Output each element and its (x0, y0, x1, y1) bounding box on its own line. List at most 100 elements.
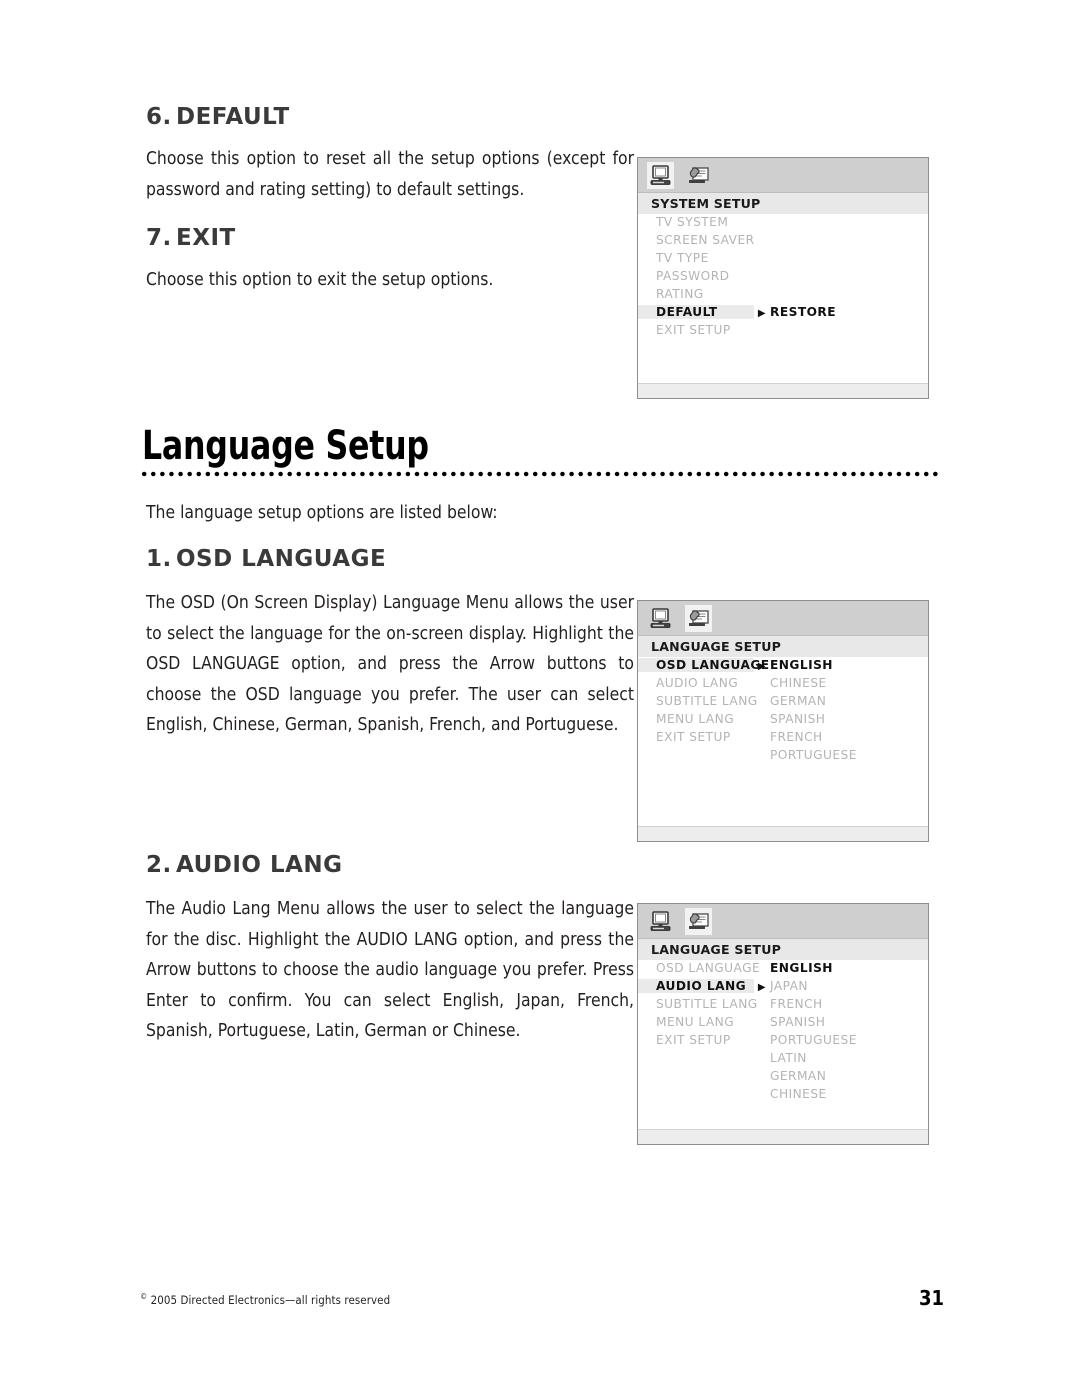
section-number: 6. (146, 104, 172, 130)
osd-row-label: OSD LANGUAGE (638, 658, 769, 672)
osd-row-value: PORTUGUESE (770, 748, 857, 762)
page-number: 31 (918, 1286, 944, 1310)
osd-status-bar (638, 383, 928, 398)
osd-row[interactable]: EXIT SETUP PORTUGUESE (638, 1033, 928, 1051)
osd-row-selected[interactable]: DEFAULT ▶ RESTORE (638, 305, 928, 323)
osd-spacer (638, 1105, 928, 1123)
section-exit-body: Choose this option to exit the setup opt… (146, 270, 494, 290)
section-osd-language-body-wrap: The OSD (On Screen Display) Language Men… (146, 588, 634, 741)
selection-arrow-icon: ▶ (757, 982, 767, 993)
osd-row-label: MENU LANG (656, 712, 735, 726)
osd-row[interactable]: SUBTITLE LANG GERMAN (638, 694, 928, 712)
osd-menu-audio-lang[interactable]: LANGUAGE SETUP OSD LANGUAGE ENGLISH AUDI… (637, 903, 929, 1145)
language-icon[interactable] (685, 604, 712, 632)
osd-row[interactable]: SCREEN SAVER (638, 233, 928, 251)
osd-row-value: PORTUGUESE (770, 1033, 857, 1047)
osd-status-bar (638, 1129, 928, 1144)
osd-spacer (638, 359, 928, 377)
osd-row[interactable]: TV SYSTEM (638, 215, 928, 233)
osd-row[interactable]: LATIN (638, 1051, 928, 1069)
osd-row[interactable]: EXIT SETUP (638, 323, 928, 341)
osd-row[interactable]: CHINESE (638, 1087, 928, 1105)
section-audio-lang-body-wrap: The Audio Lang Menu allows the user to s… (146, 894, 634, 1047)
osd-row-label: RATING (656, 287, 704, 301)
osd-status-bar (638, 826, 928, 841)
osd-row-label: PASSWORD (656, 269, 730, 283)
osd-row-label: SCREEN SAVER (656, 233, 755, 247)
section-heading-exit: 7. EXIT (146, 225, 634, 251)
section-number: 7. (146, 225, 172, 251)
osd-row[interactable]: TV TYPE (638, 251, 928, 269)
osd-row-value: GERMAN (770, 694, 827, 708)
osd-rows: TV SYSTEM SCREEN SAVER TV TYPE PASSWORD (638, 214, 928, 377)
osd-row-value: ENGLISH (770, 658, 833, 672)
copyright-text: 2005 Directed Electronics—all rights res… (147, 1292, 391, 1307)
section-heading-default: 6. DEFAULT (146, 104, 634, 130)
osd-row[interactable]: MENU LANG SPANISH (638, 712, 928, 730)
osd-row[interactable]: SUBTITLE LANG FRENCH (638, 997, 928, 1015)
osd-icon-bar (638, 158, 928, 193)
section-audio-lang-body: The Audio Lang Menu allows the user to s… (146, 899, 634, 1041)
osd-row[interactable]: AUDIO LANG CHINESE (638, 676, 928, 694)
section-osd-language: 1. OSD LANGUAGE (146, 546, 634, 572)
chapter-intro: The language setup options are listed be… (146, 503, 498, 523)
osd-row[interactable]: GERMAN (638, 1069, 928, 1087)
osd-row-label: EXIT SETUP (656, 730, 731, 744)
section-default-body: Choose this option to reset all the setu… (146, 149, 634, 200)
osd-row-label: DEFAULT (638, 305, 754, 319)
osd-rows: OSD LANGUAGE ENGLISH AUDIO LANG ▶ JAPAN … (638, 960, 928, 1123)
language-icon[interactable] (685, 907, 712, 935)
osd-row-selected[interactable]: OSD LANGUAGE ▶ ENGLISH (638, 658, 928, 676)
osd-row-value: CHINESE (770, 676, 827, 690)
osd-row-label: AUDIO LANG (638, 979, 754, 993)
monitor-icon[interactable] (647, 161, 674, 189)
osd-row-value: LATIN (770, 1051, 807, 1065)
osd-row-label: SUBTITLE LANG (656, 694, 758, 708)
osd-title: LANGUAGE SETUP (638, 939, 928, 960)
osd-row[interactable]: PASSWORD (638, 269, 928, 287)
osd-row[interactable]: PORTUGUESE (638, 748, 928, 766)
osd-menu-system-setup[interactable]: SYSTEM SETUP TV SYSTEM SCREEN SAVER TV T… (637, 157, 929, 399)
osd-row-value: JAPAN (770, 979, 808, 993)
osd-row-value: FRENCH (770, 997, 823, 1011)
footer-copyright: © 2005 Directed Electronics—all rights r… (140, 1292, 390, 1307)
section-exit-body-wrap: Choose this option to exit the setup opt… (146, 265, 634, 296)
osd-row-value: SPANISH (770, 1015, 826, 1029)
section-title: DEFAULT (176, 104, 290, 130)
osd-row[interactable]: RATING (638, 287, 928, 305)
section-title: OSD LANGUAGE (176, 546, 387, 572)
osd-title: SYSTEM SETUP (638, 193, 928, 214)
osd-menu-osd-language[interactable]: LANGUAGE SETUP OSD LANGUAGE ▶ ENGLISH AU… (637, 600, 929, 842)
osd-row-label: EXIT SETUP (656, 1033, 731, 1047)
section-heading-osd-language: 1. OSD LANGUAGE (146, 546, 634, 572)
osd-row-label: OSD LANGUAGE (656, 961, 761, 975)
document-page: 6. DEFAULT Choose this option to reset al… (0, 0, 1080, 1397)
osd-row-label: AUDIO LANG (656, 676, 739, 690)
osd-row[interactable]: EXIT SETUP FRENCH (638, 730, 928, 748)
language-icon[interactable] (685, 162, 712, 189)
osd-row[interactable]: OSD LANGUAGE ENGLISH (638, 961, 928, 979)
section-default: 6. DEFAULT (146, 104, 634, 130)
osd-row-value: SPANISH (770, 712, 826, 726)
chapter-dotted-rule (142, 469, 942, 479)
osd-row-label: SUBTITLE LANG (656, 997, 758, 1011)
section-title: EXIT (176, 225, 236, 251)
osd-icon-bar (638, 904, 928, 939)
osd-spacer (638, 341, 928, 359)
osd-row-label: TV TYPE (656, 251, 709, 265)
chapter-title: Language Setup (142, 423, 429, 469)
osd-row[interactable]: MENU LANG SPANISH (638, 1015, 928, 1033)
chapter-heading: Language Setup (142, 424, 942, 468)
osd-row-selected[interactable]: AUDIO LANG ▶ JAPAN (638, 979, 928, 997)
section-number: 2. (146, 852, 172, 878)
osd-row-label: EXIT SETUP (656, 323, 731, 337)
osd-rows: OSD LANGUAGE ▶ ENGLISH AUDIO LANG CHINES… (638, 657, 928, 820)
section-heading-audio-lang: 2. AUDIO LANG (146, 852, 634, 878)
osd-spacer (638, 802, 928, 820)
monitor-icon[interactable] (647, 908, 674, 935)
chapter-intro-wrap: The language setup options are listed be… (146, 498, 634, 529)
osd-spacer (638, 784, 928, 802)
section-default-body-wrap: Choose this option to reset all the setu… (146, 144, 634, 205)
monitor-icon[interactable] (647, 605, 674, 632)
osd-icon-bar (638, 601, 928, 636)
